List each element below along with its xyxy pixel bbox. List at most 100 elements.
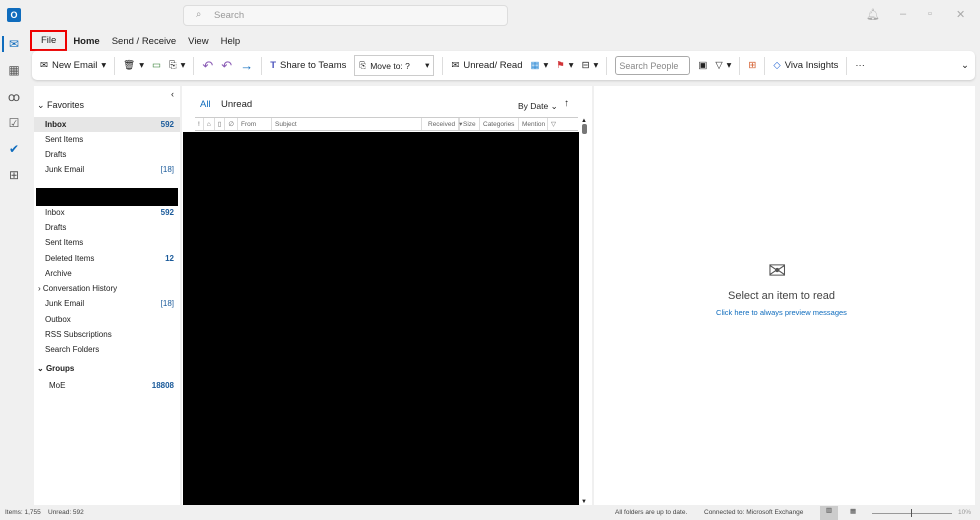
mail-icon[interactable]: ✉ bbox=[7, 37, 21, 51]
reply-all-icon[interactable]: ↶ bbox=[221, 58, 232, 74]
reminder-column-icon[interactable]: ⌂ bbox=[204, 118, 215, 130]
mention-column[interactable]: Mention bbox=[519, 118, 548, 130]
status-bar: Items: 1,755 Unread: 592 All folders are… bbox=[0, 506, 980, 520]
reading-view-icon[interactable]: ▦ bbox=[850, 507, 856, 515]
tab-send-receive[interactable]: Send / Receive bbox=[106, 34, 182, 51]
more-options-button[interactable]: ··· bbox=[855, 60, 865, 71]
subject-column[interactable]: Subject bbox=[272, 118, 422, 130]
group-moe[interactable]: MoE 18808 bbox=[49, 378, 174, 392]
folder-inbox[interactable]: Inbox 592 bbox=[45, 205, 174, 219]
favorite-sent-items[interactable]: Sent Items bbox=[45, 132, 174, 146]
envelope-icon: ✉ bbox=[768, 258, 787, 283]
items-count: Items: 1,755 bbox=[5, 509, 41, 516]
delete-button[interactable]: 🗑︎ ▾ bbox=[123, 60, 144, 71]
connection-status: Connected to: Microsoft Exchange bbox=[704, 509, 804, 516]
favorite-drafts[interactable]: Drafts bbox=[45, 147, 174, 161]
folder-deleted-items[interactable]: Deleted Items 12 bbox=[45, 251, 174, 265]
categorize-icon: ▦ bbox=[530, 60, 540, 71]
forward-icon[interactable]: → bbox=[240, 58, 253, 73]
folder-archive[interactable]: Archive bbox=[45, 266, 174, 280]
flag-icon: ⚑ bbox=[556, 60, 565, 71]
folder-icon: ⎘ bbox=[359, 60, 367, 70]
share-to-teams-button[interactable]: T Share to Teams bbox=[270, 60, 346, 71]
add-ins-icon[interactable]: ⊞ bbox=[748, 60, 756, 71]
reading-pane-message: Select an item to read bbox=[727, 290, 835, 302]
folder-outbox[interactable]: Outbox bbox=[45, 312, 174, 326]
calendar-icon[interactable]: ▦ bbox=[7, 63, 21, 77]
search-icon: ⌕ bbox=[196, 9, 202, 20]
unread-read-button[interactable]: ✉ Unread/ Read bbox=[451, 60, 522, 71]
favorite-junk-email[interactable]: Junk Email [18] bbox=[45, 162, 174, 176]
flag-button[interactable]: ⚑ ▾ bbox=[556, 60, 573, 71]
importance-column[interactable]: ! bbox=[195, 118, 204, 130]
sort-by-dropdown[interactable]: By Date ⌄ bbox=[518, 101, 558, 112]
ribbon: ✉ New Email ▾ 🗑︎ ▾ ▭ ⎘ ▾ ↶ ↶ → T Share to T… bbox=[32, 51, 975, 80]
collapse-ribbon-icon[interactable]: ⌄ bbox=[961, 60, 969, 71]
unread-count: Unread: 592 bbox=[48, 509, 84, 516]
tab-file[interactable]: File bbox=[30, 30, 68, 51]
notification-bell-icon[interactable]: 🔔︎ bbox=[866, 8, 880, 21]
folder-search-folders[interactable]: Search Folders bbox=[45, 342, 174, 356]
size-column[interactable]: Size bbox=[460, 118, 480, 130]
filter-email-button[interactable]: ▽ ▾ bbox=[715, 60, 731, 71]
tab-home[interactable]: Home bbox=[67, 34, 105, 54]
tasks-icon[interactable]: ☑ bbox=[7, 116, 21, 130]
folder-sent-items[interactable]: Sent Items bbox=[45, 235, 174, 249]
viva-insights-button[interactable]: ◇ Viva Insights bbox=[773, 60, 838, 71]
archive-icon: ▭ bbox=[152, 60, 161, 71]
archive-button[interactable]: ▭ bbox=[152, 60, 161, 71]
envelope-open-icon: ✉ bbox=[451, 60, 460, 71]
zoom-slider-thumb[interactable] bbox=[911, 509, 912, 517]
folder-rss-subscriptions[interactable]: RSS Subscriptions bbox=[45, 327, 174, 341]
folder-pane: ‹ ⌄ Favorites Inbox 592 Sent Items Drafts… bbox=[34, 86, 180, 505]
rules-button[interactable]: ⊟ ▾ bbox=[582, 60, 599, 71]
minimize-button[interactable]: – bbox=[900, 8, 906, 20]
teams-icon: T bbox=[270, 60, 276, 71]
search-people-input[interactable]: Search People bbox=[615, 56, 691, 75]
favorite-inbox[interactable]: Inbox 592 bbox=[45, 117, 174, 131]
from-column[interactable]: From bbox=[238, 118, 272, 130]
attachment-column-icon[interactable]: ∅ bbox=[225, 118, 238, 130]
column-headers: ! ⌂ ▯ ∅ From Subject Received ▾ Size Cate… bbox=[195, 117, 578, 131]
filter-unread[interactable]: Unread bbox=[221, 99, 252, 110]
groups-header[interactable]: ⌄ Groups bbox=[37, 364, 74, 373]
search-input[interactable]: ⌕ Search bbox=[183, 5, 508, 26]
always-preview-link[interactable]: Click here to always preview messages bbox=[594, 308, 969, 317]
move-to-dropdown[interactable]: ⎘ Move to: ? ▾ bbox=[354, 55, 435, 76]
rules-icon: ⊟ bbox=[581, 60, 590, 71]
account-name-redacted[interactable] bbox=[36, 188, 178, 206]
tab-help[interactable]: Help bbox=[215, 34, 247, 51]
categories-column[interactable]: Categories bbox=[480, 118, 519, 130]
message-list-scrollbar[interactable]: ▲ ▼ bbox=[580, 118, 588, 505]
filter-icon: ▽ bbox=[715, 60, 723, 71]
close-button[interactable]: ✕ bbox=[956, 8, 965, 21]
received-column[interactable]: Received ▾ bbox=[422, 118, 462, 130]
app-rail: O ✉ ▦ ꝏ ☑ ✔ ⊞ bbox=[0, 0, 28, 505]
folder-junk-email[interactable]: Junk Email [18] bbox=[45, 296, 174, 310]
move-button[interactable]: ⎘ ▾ bbox=[169, 60, 185, 71]
apps-icon[interactable]: ⊞ bbox=[7, 168, 21, 182]
todo-icon[interactable]: ✔ bbox=[7, 142, 21, 156]
favorites-header[interactable]: ⌄ Favorites bbox=[37, 100, 84, 111]
folder-conversation-history[interactable]: › Conversation History bbox=[38, 281, 174, 295]
filter-column-icon[interactable]: ▽ bbox=[548, 118, 559, 130]
collapse-pane-icon[interactable]: ‹ bbox=[171, 89, 174, 99]
icon-column-icon[interactable]: ▯ bbox=[215, 118, 226, 130]
people-icon[interactable]: ꝏ bbox=[7, 90, 21, 104]
reply-icon[interactable]: ↶ bbox=[202, 58, 213, 74]
restore-button[interactable]: ▫ bbox=[928, 8, 932, 20]
folder-drafts[interactable]: Drafts bbox=[45, 220, 174, 234]
sync-status: All folders are up to date. bbox=[615, 509, 688, 516]
address-book-icon[interactable]: ▣ bbox=[698, 60, 707, 71]
sort-direction-icon[interactable]: ↑ bbox=[564, 98, 569, 109]
new-email-button[interactable]: ✉ New Email ▾ bbox=[40, 60, 106, 71]
outlook-logo-icon: O bbox=[7, 8, 21, 22]
zoom-slider[interactable] bbox=[872, 513, 952, 514]
normal-view-icon[interactable]: ▥ bbox=[820, 506, 838, 520]
reading-pane: ✉ Select an item to read Click here to a… bbox=[594, 86, 975, 505]
message-list-redacted[interactable] bbox=[183, 132, 579, 505]
tab-view[interactable]: View bbox=[182, 34, 214, 51]
categorize-button[interactable]: ▦ ▾ bbox=[531, 60, 549, 71]
filter-all[interactable]: All bbox=[200, 99, 211, 110]
delete-icon: 🗑︎ bbox=[123, 60, 136, 71]
